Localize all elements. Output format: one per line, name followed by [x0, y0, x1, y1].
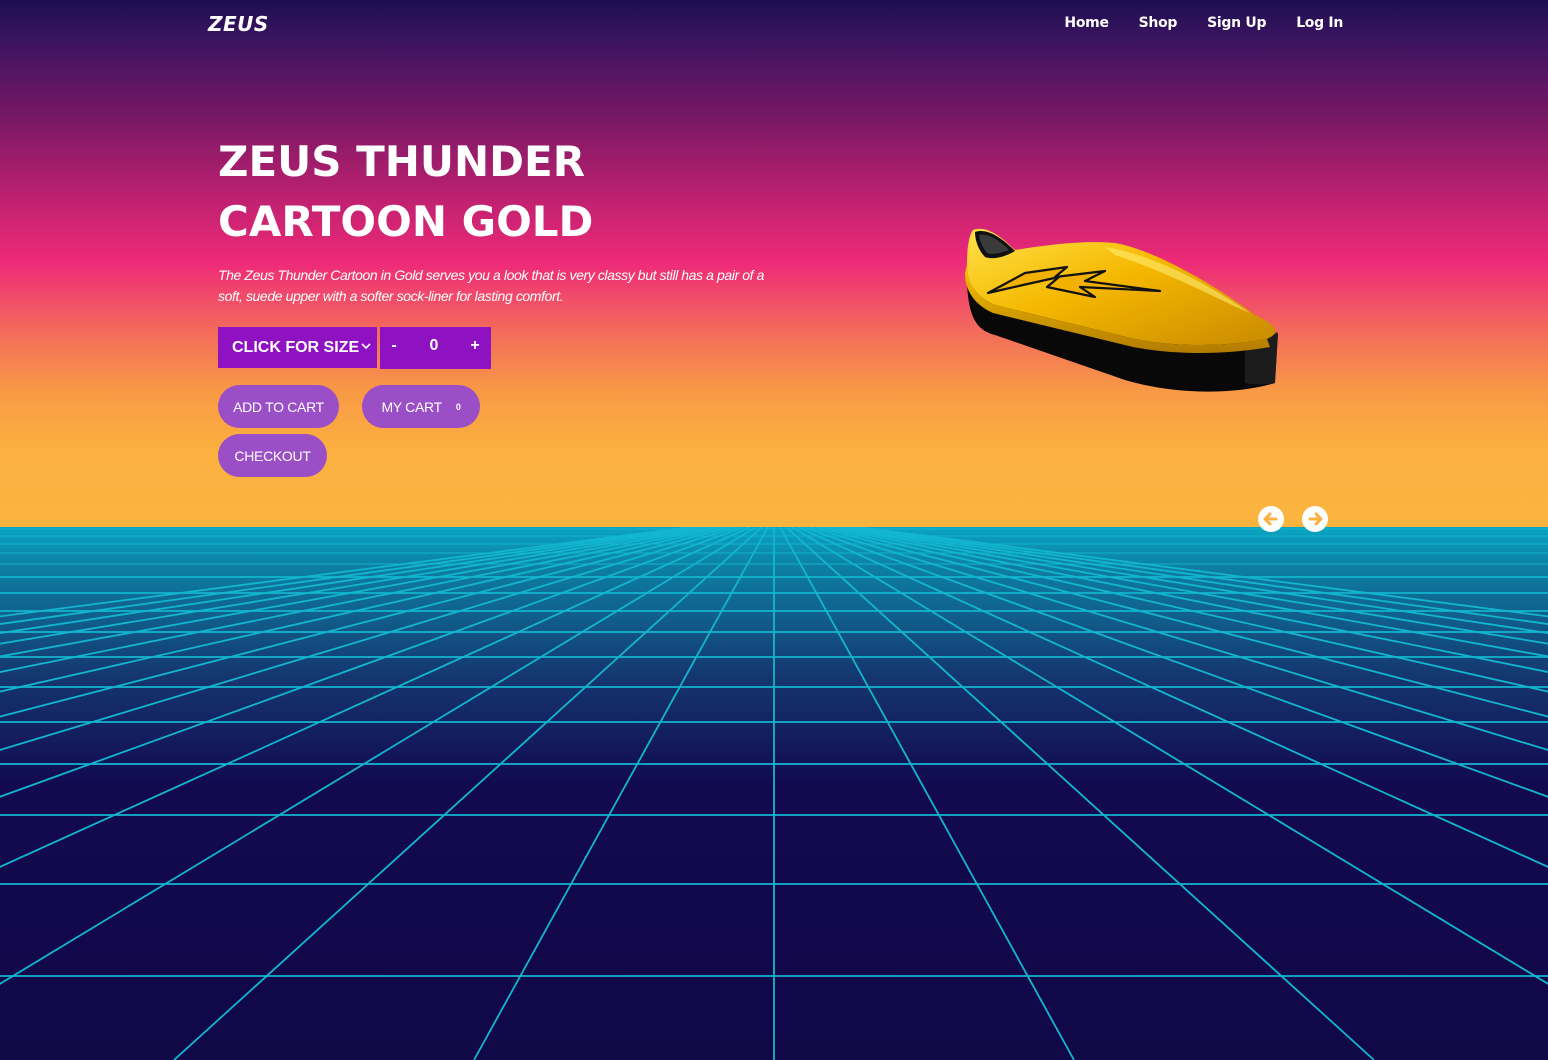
grid-line-vertical	[0, 527, 721, 673]
grid-line-vertical	[827, 527, 1548, 673]
neon-grid	[0, 527, 1548, 1060]
grid-line-vertical	[0, 527, 691, 618]
my-cart-button[interactable]: MY CART 0	[362, 385, 480, 428]
my-cart-label: MY CART	[381, 398, 442, 415]
cart-count-badge: 0	[455, 401, 461, 412]
shoe-3d-model[interactable]	[955, 215, 1285, 400]
quantity-decrease-button[interactable]: -	[388, 337, 400, 355]
grid-line-vertical	[173, 527, 763, 1060]
grid-line-vertical	[0, 527, 739, 751]
grid-line-vertical	[851, 527, 1548, 625]
chevron-down-icon	[361, 343, 371, 350]
quantity-increase-button[interactable]: +	[468, 337, 482, 355]
grid-line-vertical	[0, 527, 697, 625]
grid-line-vertical	[0, 527, 715, 658]
grid-line-vertical	[785, 527, 1375, 1060]
nav-links: Home Shop Sign Up Log In	[1064, 15, 1343, 31]
grid-line-vertical	[839, 527, 1548, 645]
grid-line-vertical	[779, 527, 1075, 1060]
quantity-value[interactable]: 0	[424, 337, 444, 355]
arrow-right-circle-icon[interactable]	[1301, 505, 1329, 533]
grid-line-vertical	[857, 527, 1548, 618]
checkout-button[interactable]: CHECKOUT	[218, 434, 327, 477]
arrow-left-circle-icon[interactable]	[1257, 505, 1285, 533]
grid-line-vertical	[473, 527, 769, 1060]
product-title: ZEUS THUNDER CARTOON GOLD	[218, 137, 594, 246]
checkout-label: CHECKOUT	[234, 447, 311, 464]
quantity-stepper: - 0 +	[380, 327, 491, 369]
nav-signup-link[interactable]: Sign Up	[1207, 15, 1266, 31]
nav-login-link[interactable]: Log In	[1296, 15, 1343, 31]
grid-line-vertical	[0, 527, 757, 985]
nav-shop-link[interactable]: Shop	[1139, 15, 1178, 31]
grid-line-vertical	[845, 527, 1548, 634]
add-to-cart-button[interactable]: ADD TO CART	[218, 385, 339, 428]
grid-line-vertical	[791, 527, 1548, 985]
grid-line-vertical	[833, 527, 1548, 658]
brand-logo[interactable]: ZEUS	[208, 12, 269, 36]
product-description: The Zeus Thunder Cartoon in Gold serves …	[218, 267, 764, 304]
grid-line-vertical	[0, 527, 709, 645]
size-select[interactable]: CLICK FOR SIZE	[218, 327, 377, 368]
grid-line-vertical	[0, 527, 703, 634]
nav-home-link[interactable]: Home	[1064, 15, 1109, 31]
grid-line-vertical	[0, 527, 727, 693]
grid-line-vertical	[821, 527, 1548, 693]
top-nav: ZEUS Home Shop Sign Up Log In	[0, 0, 1548, 48]
add-to-cart-label: ADD TO CART	[233, 398, 324, 415]
grid-line-vertical	[809, 527, 1548, 751]
size-select-label: CLICK FOR SIZE	[232, 338, 360, 356]
